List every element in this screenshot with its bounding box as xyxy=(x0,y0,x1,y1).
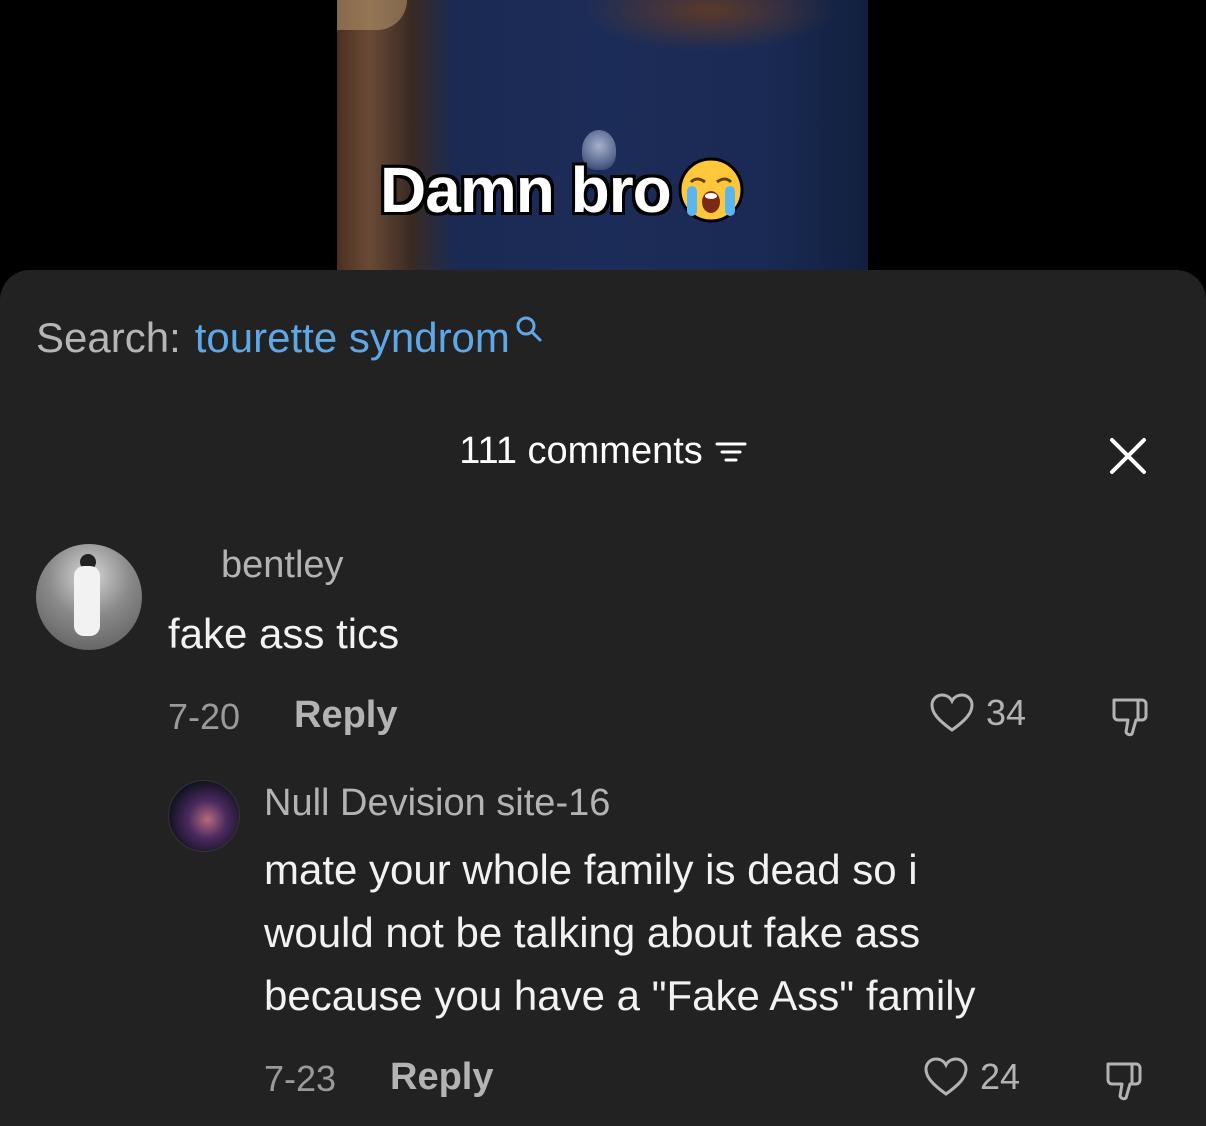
comment-line: because you have a "Fake Ass" family xyxy=(264,972,976,1019)
comment-date: 7-20 xyxy=(168,696,241,737)
sort-filter-icon[interactable] xyxy=(715,438,747,466)
avatar-bentley[interactable] xyxy=(36,544,142,650)
related-search[interactable]: Search: tourette syndrom xyxy=(36,314,544,362)
comment-date: 7-23 xyxy=(264,1058,337,1099)
avatar-figure xyxy=(74,566,100,636)
dislike-icon[interactable] xyxy=(1108,692,1156,740)
reply-button[interactable]: Reply xyxy=(390,1056,493,1099)
search-query[interactable]: tourette syndrom xyxy=(195,314,510,362)
comments-sheet: Search: tourette syndrom 111 comments be… xyxy=(0,270,1206,1126)
avatar-null-devision[interactable] xyxy=(168,780,240,852)
heart-icon xyxy=(930,693,974,732)
comments-count: 111 comments xyxy=(459,430,703,472)
close-icon[interactable] xyxy=(1106,434,1150,478)
comment-text: fake ass tics xyxy=(168,610,400,657)
comment-username[interactable]: bentley xyxy=(221,544,344,587)
caption-text: Damn bro xyxy=(380,154,672,226)
comment-line: would not be talking about fake ass xyxy=(264,909,921,956)
search-label: Search: xyxy=(36,314,181,361)
comment-text: mate your whole family is dead so i woul… xyxy=(264,838,976,1027)
heart-icon xyxy=(924,1057,968,1096)
comments-header: 111 comments xyxy=(0,430,1206,473)
comment-line: mate your whole family is dead so i xyxy=(264,846,918,893)
like-button[interactable]: 24 xyxy=(922,1056,1020,1098)
like-button[interactable]: 34 xyxy=(928,692,1026,734)
search-icon[interactable] xyxy=(514,314,544,344)
comment-username[interactable]: Null Devision site-16 xyxy=(264,782,610,825)
loudly-crying-face-icon xyxy=(678,157,744,223)
reply-button[interactable]: Reply xyxy=(294,694,397,737)
like-count: 24 xyxy=(980,1056,1021,1097)
like-count: 34 xyxy=(986,692,1027,733)
video-caption: Damn bro xyxy=(380,150,745,230)
video-preview[interactable] xyxy=(337,0,868,272)
dislike-icon[interactable] xyxy=(1102,1056,1150,1104)
background-lamp xyxy=(337,0,407,30)
